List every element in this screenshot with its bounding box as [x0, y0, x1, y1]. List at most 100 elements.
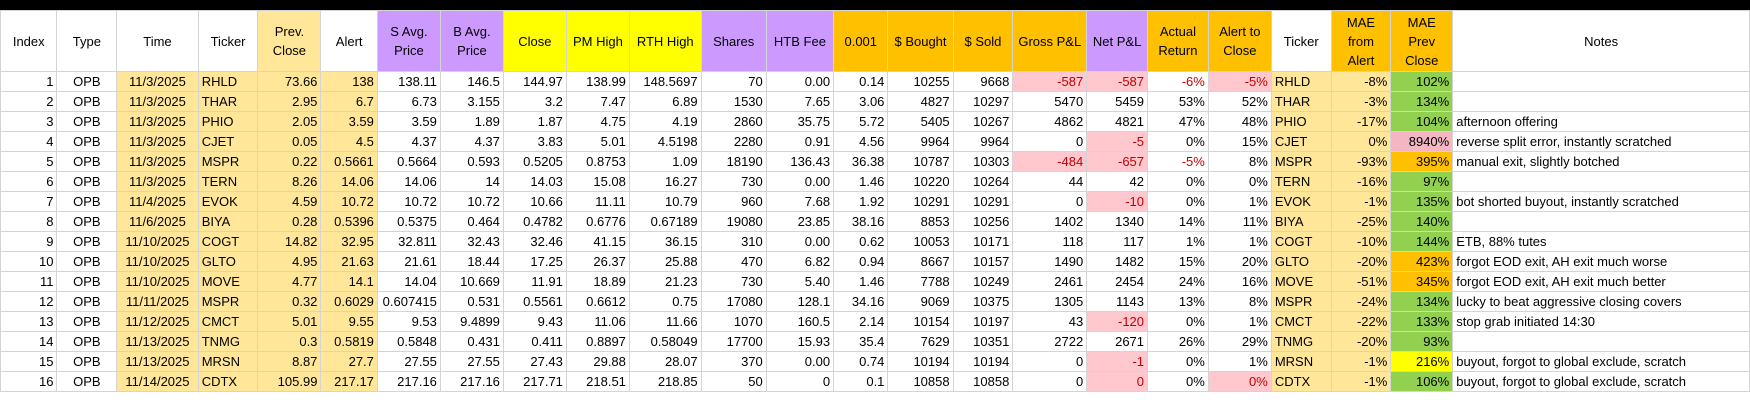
- table-cell[interactable]: CMCT: [197, 311, 259, 332]
- table-cell[interactable]: OPB: [56, 171, 118, 192]
- table-cell[interactable]: 36.38: [833, 151, 889, 172]
- table-cell[interactable]: 345%: [1390, 271, 1454, 292]
- table-cell[interactable]: 15.93: [765, 331, 835, 352]
- table-cell[interactable]: 14.03: [502, 171, 567, 192]
- table-cell[interactable]: 395%: [1390, 151, 1454, 172]
- table-cell[interactable]: 6.82: [765, 251, 835, 272]
- table-cell[interactable]: 5.40: [765, 271, 835, 292]
- table-cell[interactable]: 11/3/2025: [116, 131, 199, 152]
- table-cell[interactable]: 5: [0, 151, 58, 172]
- table-cell[interactable]: 4.75: [565, 111, 630, 132]
- table-cell[interactable]: buyout, forgot to global exclude, scratc…: [1452, 371, 1750, 392]
- table-cell[interactable]: OPB: [56, 251, 118, 272]
- table-cell[interactable]: [1452, 211, 1750, 232]
- table-cell[interactable]: 10256: [952, 211, 1014, 232]
- table-cell[interactable]: 2860: [700, 111, 767, 132]
- table-cell[interactable]: 0.67189: [628, 211, 702, 232]
- table-cell[interactable]: 25.88: [628, 251, 702, 272]
- table-cell[interactable]: 134%: [1390, 91, 1454, 112]
- table-cell[interactable]: -484: [1012, 151, 1088, 172]
- table-cell[interactable]: 0.62: [833, 231, 889, 252]
- table-cell[interactable]: 0.464: [439, 211, 504, 232]
- table-cell[interactable]: OPB: [56, 91, 118, 112]
- table-cell[interactable]: -51%: [1330, 271, 1392, 292]
- table-cell[interactable]: 217.71: [502, 371, 567, 392]
- table-cell[interactable]: 11/3/2025: [116, 151, 199, 172]
- table-cell[interactable]: ETB, 88% tutes: [1452, 231, 1750, 252]
- table-cell[interactable]: 8%: [1207, 291, 1272, 312]
- table-cell[interactable]: 0: [1012, 371, 1088, 392]
- table-cell[interactable]: 4.19: [628, 111, 702, 132]
- table-cell[interactable]: 10194: [887, 351, 954, 372]
- table-cell[interactable]: 0.593: [439, 151, 504, 172]
- table-cell[interactable]: 9668: [952, 71, 1014, 92]
- table-cell[interactable]: 5.01: [565, 131, 630, 152]
- table-cell[interactable]: 11.11: [565, 191, 630, 212]
- table-cell[interactable]: 138: [320, 71, 378, 92]
- table-cell[interactable]: OPB: [56, 271, 118, 292]
- table-cell[interactable]: -1: [1086, 351, 1149, 372]
- table-cell[interactable]: EVOK: [1270, 191, 1332, 212]
- table-cell[interactable]: 36.15: [628, 231, 702, 252]
- table-cell[interactable]: 217.17: [320, 371, 378, 392]
- table-cell[interactable]: 6: [0, 171, 58, 192]
- table-cell[interactable]: 106%: [1390, 371, 1454, 392]
- table-cell[interactable]: 43: [1012, 311, 1088, 332]
- table-cell[interactable]: 3.83: [502, 131, 567, 152]
- column-header[interactable]: 0.001: [833, 10, 889, 72]
- table-cell[interactable]: [1452, 171, 1750, 192]
- table-cell[interactable]: 27.55: [439, 351, 504, 372]
- table-cell[interactable]: 4.56: [833, 131, 889, 152]
- table-cell[interactable]: CJET: [197, 131, 259, 152]
- table-cell[interactable]: 6.7: [320, 91, 378, 112]
- table-cell[interactable]: 52%: [1207, 91, 1272, 112]
- table-cell[interactable]: 0.94: [833, 251, 889, 272]
- table-cell[interactable]: 11/13/2025: [116, 331, 199, 352]
- table-cell[interactable]: 8.87: [257, 351, 322, 372]
- table-cell[interactable]: 10.72: [320, 191, 378, 212]
- table-cell[interactable]: PHIO: [1270, 111, 1332, 132]
- table-cell[interactable]: 1402: [1012, 211, 1088, 232]
- table-cell[interactable]: 16%: [1207, 271, 1272, 292]
- table-cell[interactable]: 0.58049: [628, 331, 702, 352]
- column-header[interactable]: Time: [116, 10, 199, 72]
- table-cell[interactable]: 2: [0, 91, 58, 112]
- table-cell[interactable]: 0.74: [833, 351, 889, 372]
- table-cell[interactable]: 0%: [1147, 171, 1209, 192]
- table-cell[interactable]: 10303: [952, 151, 1014, 172]
- column-header[interactable]: HTB Fee: [765, 10, 835, 72]
- table-cell[interactable]: -1%: [1330, 191, 1392, 212]
- table-cell[interactable]: 44: [1012, 171, 1088, 192]
- table-cell[interactable]: 5.01: [257, 311, 322, 332]
- table-cell[interactable]: 17700: [700, 331, 767, 352]
- table-cell[interactable]: 5470: [1012, 91, 1088, 112]
- table-cell[interactable]: THAR: [197, 91, 259, 112]
- table-cell[interactable]: 1070: [700, 311, 767, 332]
- column-header[interactable]: B Avg. Price: [439, 10, 504, 72]
- table-cell[interactable]: 1305: [1012, 291, 1088, 312]
- table-cell[interactable]: COGT: [197, 231, 259, 252]
- table-cell[interactable]: OPB: [56, 151, 118, 172]
- column-header[interactable]: MAE Prev Close: [1390, 10, 1454, 72]
- table-cell[interactable]: 0.1: [833, 371, 889, 392]
- table-cell[interactable]: OPB: [56, 371, 118, 392]
- table-cell[interactable]: 26%: [1147, 331, 1209, 352]
- table-cell[interactable]: 0.4782: [502, 211, 567, 232]
- table-cell[interactable]: 50: [700, 371, 767, 392]
- table-cell[interactable]: RHLD: [1270, 71, 1332, 92]
- table-cell[interactable]: 18.44: [439, 251, 504, 272]
- table-cell[interactable]: 1%: [1147, 231, 1209, 252]
- table-cell[interactable]: 0.00: [765, 351, 835, 372]
- table-cell[interactable]: 117: [1086, 231, 1149, 252]
- table-cell[interactable]: 2454: [1086, 271, 1149, 292]
- table-cell[interactable]: TERN: [1270, 171, 1332, 192]
- table-cell[interactable]: 8853: [887, 211, 954, 232]
- table-cell[interactable]: -22%: [1330, 311, 1392, 332]
- table-cell[interactable]: 10: [0, 251, 58, 272]
- table-cell[interactable]: [1452, 331, 1750, 352]
- table-cell[interactable]: -1%: [1330, 371, 1392, 392]
- table-cell[interactable]: 11%: [1207, 211, 1272, 232]
- table-cell[interactable]: 10249: [952, 271, 1014, 292]
- table-cell[interactable]: 0.91: [765, 131, 835, 152]
- table-cell[interactable]: 10194: [952, 351, 1014, 372]
